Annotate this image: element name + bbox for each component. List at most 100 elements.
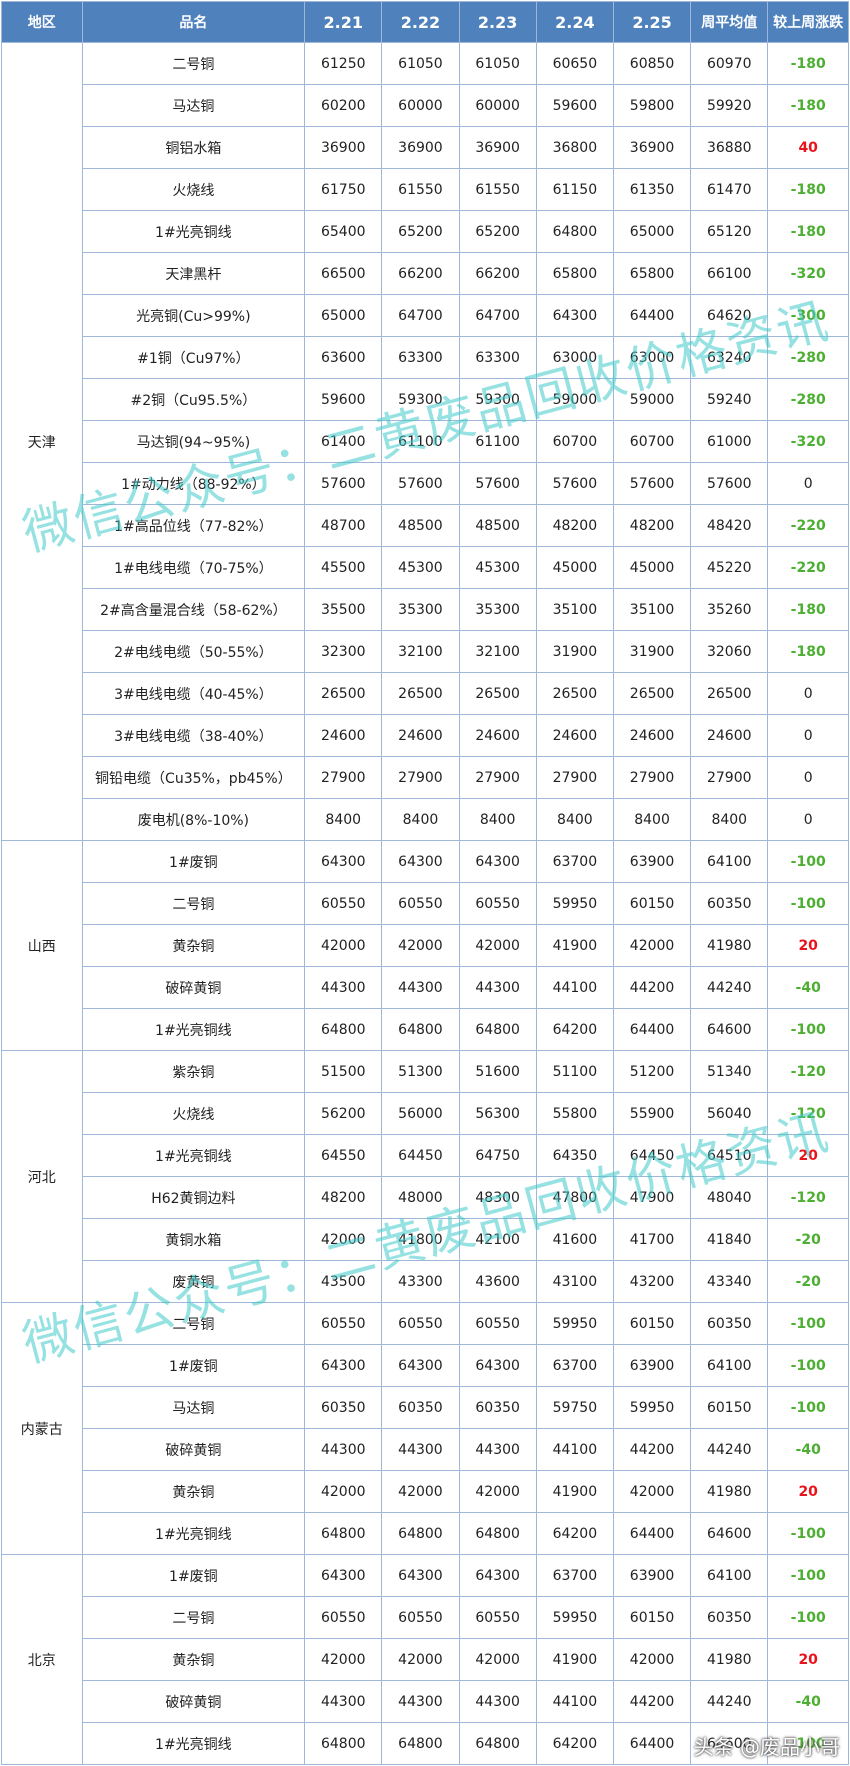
price-cell: 42000 <box>612 1470 692 1513</box>
table-row: 黄杂铜 42000 42000 42000 41900 42000 41980 20 <box>2 924 849 967</box>
table-row: 破碎黄铜 44300 44300 44300 44100 44200 44240 -40 <box>2 1680 849 1723</box>
product-name-cell: 废电机(8%-10%) <box>81 798 306 841</box>
price-cell: 57600 <box>458 462 537 505</box>
product-name-cell: 1#电线电缆（70-75%） <box>81 546 306 589</box>
price-cell: 32300 <box>304 630 383 673</box>
table-row: 黄杂铜 42000 42000 42000 41900 42000 41980 20 <box>2 1470 849 1513</box>
product-name-cell: 马达铜 <box>81 84 306 127</box>
price-cell: 8400 <box>304 798 383 841</box>
price-cell: 43600 <box>458 1260 537 1303</box>
price-cell: 44300 <box>458 1680 537 1723</box>
price-cell: 60550 <box>458 1596 537 1639</box>
price-cell: 64200 <box>535 1722 614 1765</box>
price-cell: 59950 <box>535 1596 614 1639</box>
table-row: 黄杂铜 42000 42000 42000 41900 42000 41980 20 <box>2 1638 849 1681</box>
change-cell: 20 <box>767 1470 849 1513</box>
table-row: 内蒙古 二号铜 60550 60550 60550 59950 60150 60350 -100 <box>1 1302 849 1555</box>
price-cell: 48200 <box>304 1176 383 1219</box>
table-row: 二号铜 60550 60550 60550 59950 60150 60350 -100 <box>2 1596 849 1639</box>
price-cell: 64800 <box>381 1008 460 1051</box>
product-name-cell: 1#光亮铜线 <box>81 1008 306 1051</box>
price-cell: 60650 <box>535 42 614 85</box>
product-name-cell: 废黄铜 <box>81 1260 306 1303</box>
change-cell: -100 <box>767 1302 849 1345</box>
price-cell: 44300 <box>381 1428 460 1471</box>
price-cell: 43500 <box>304 1260 383 1303</box>
table-row: 马达铜 60350 60350 60350 59750 59950 60150 -100 <box>2 1386 849 1429</box>
change-cell: -180 <box>767 168 849 211</box>
region-cell: 山西 <box>1 840 83 1051</box>
average-cell: 64100 <box>690 840 769 883</box>
average-cell: 64600 <box>690 1512 769 1555</box>
product-name-cell: 1#光亮铜线 <box>81 1722 306 1765</box>
price-cell: 60550 <box>381 1596 460 1639</box>
price-cell: 59600 <box>535 84 614 127</box>
table-row: 马达铜 60200 60000 60000 59600 59800 59920 -180 <box>2 84 849 127</box>
product-name-cell: 1#废铜 <box>81 1344 306 1387</box>
change-cell: -20 <box>767 1218 849 1261</box>
product-name-cell: 破碎黄铜 <box>81 1428 306 1471</box>
price-cell: 65800 <box>535 252 614 295</box>
price-cell: 57600 <box>381 462 460 505</box>
price-cell: 60350 <box>304 1386 383 1429</box>
price-cell: 26500 <box>458 672 537 715</box>
price-cell: 27900 <box>458 756 537 799</box>
price-cell: 64400 <box>612 1722 692 1765</box>
price-cell: 35500 <box>304 588 383 631</box>
price-cell: 66200 <box>381 252 460 295</box>
price-cell: 57600 <box>535 462 614 505</box>
table-row: 1#电线电缆（70-75%） 45500 45300 45300 45000 45000 4… <box>2 546 849 589</box>
price-cell: 42000 <box>381 1470 460 1513</box>
change-cell: 0 <box>767 756 849 799</box>
price-cell: 48500 <box>381 504 460 547</box>
table-row: 北京 1#废铜 64300 64300 64300 63700 63900 64100 -100 <box>1 1554 849 1765</box>
table-row: 1#光亮铜线 64550 64450 64750 64350 64450 64510 20 <box>2 1134 849 1177</box>
average-cell: 56040 <box>690 1092 769 1135</box>
price-cell: 64800 <box>304 1008 383 1051</box>
product-name-cell: 1#废铜 <box>81 1554 306 1597</box>
price-cell: 24600 <box>381 714 460 757</box>
change-cell: -100 <box>767 882 849 925</box>
average-cell: 65120 <box>690 210 769 253</box>
change-cell: 40 <box>767 126 849 169</box>
price-cell: 64700 <box>458 294 537 337</box>
average-cell: 59240 <box>690 378 769 421</box>
price-cell: 47900 <box>612 1176 692 1219</box>
header-name: 品名 <box>81 1 306 43</box>
price-cell: 61750 <box>304 168 383 211</box>
header-date: 2.25 <box>612 1 692 43</box>
price-cell: 43100 <box>535 1260 614 1303</box>
price-cell: 41600 <box>535 1218 614 1261</box>
product-name-cell: 二号铜 <box>81 42 306 85</box>
price-cell: 61350 <box>612 168 692 211</box>
price-cell: 42000 <box>458 924 537 967</box>
price-cell: 66500 <box>304 252 383 295</box>
change-cell: -40 <box>767 1428 849 1471</box>
average-cell: 32060 <box>690 630 769 673</box>
change-cell: -180 <box>767 210 849 253</box>
price-cell: 60550 <box>458 882 537 925</box>
price-cell: 42000 <box>304 1470 383 1513</box>
price-cell: 48000 <box>381 1176 460 1219</box>
price-cell: 42000 <box>304 1638 383 1681</box>
price-cell: 64800 <box>304 1512 383 1555</box>
product-name-cell: 2#电线电缆（50-55%） <box>81 630 306 673</box>
price-cell: 27900 <box>612 756 692 799</box>
product-name-cell: 1#光亮铜线 <box>81 1512 306 1555</box>
change-cell: 20 <box>767 1638 849 1681</box>
product-name-cell: 马达铜(94~95%) <box>81 420 306 463</box>
product-name-cell: 二号铜 <box>81 882 306 925</box>
price-cell: 56000 <box>381 1092 460 1135</box>
price-cell: 61100 <box>381 420 460 463</box>
table-row: 铜铅电缆（Cu35%，pb45%） 27900 27900 27900 27900 279… <box>2 756 849 799</box>
price-cell: 27900 <box>381 756 460 799</box>
price-cell: 32100 <box>381 630 460 673</box>
price-cell: 8400 <box>381 798 460 841</box>
price-cell: 60550 <box>304 1302 383 1345</box>
product-name-cell: #1铜（Cu97%） <box>81 336 306 379</box>
price-cell: 64300 <box>458 1554 537 1597</box>
change-cell: -280 <box>767 336 849 379</box>
table-row: #2铜（Cu95.5%） 59600 59300 59300 59000 59000 592… <box>2 378 849 421</box>
price-cell: 64300 <box>458 1344 537 1387</box>
price-cell: 24600 <box>535 714 614 757</box>
